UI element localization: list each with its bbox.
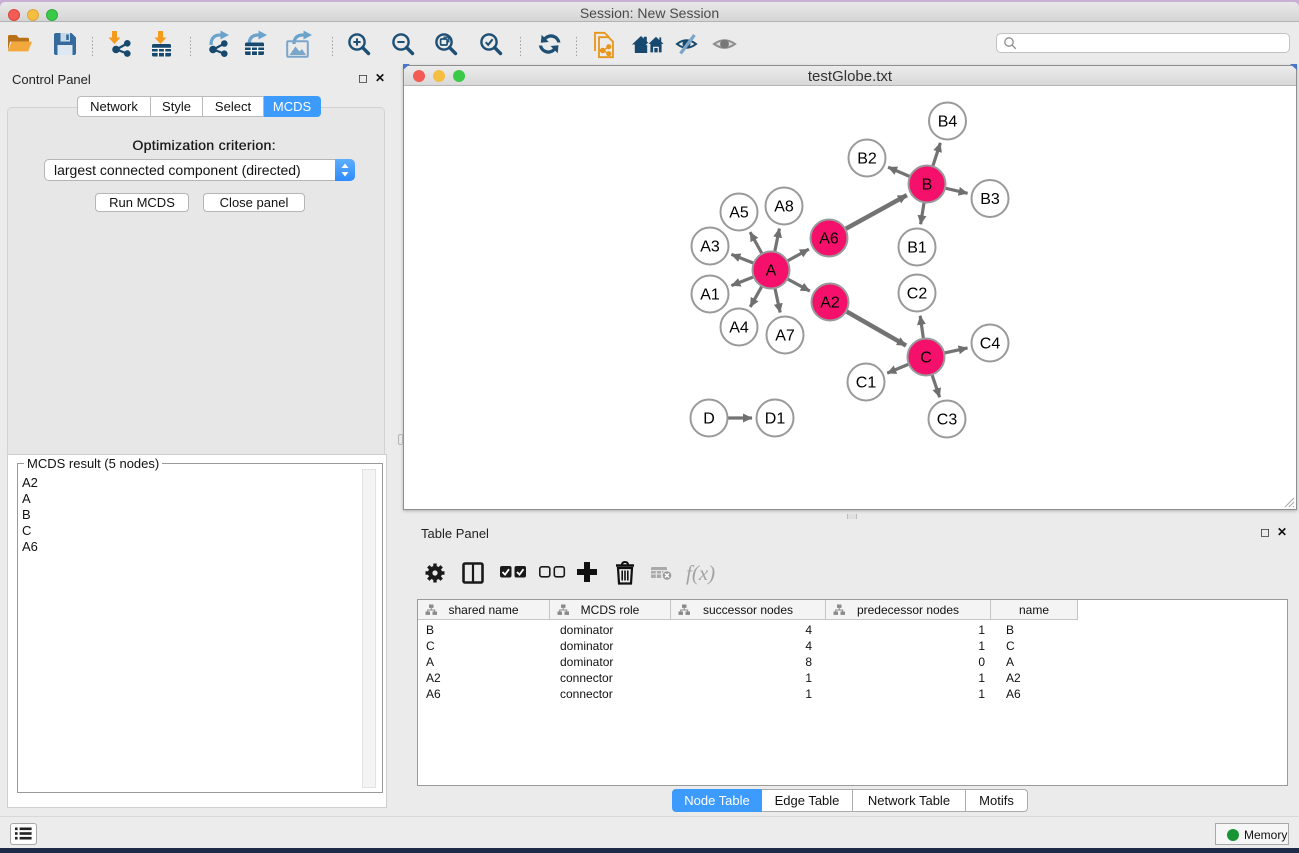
svg-text:B3: B3 xyxy=(980,191,1000,208)
svg-text:A3: A3 xyxy=(700,239,720,256)
svg-text:C3: C3 xyxy=(937,412,958,429)
svg-text:B4: B4 xyxy=(938,114,958,131)
svg-text:C: C xyxy=(920,350,932,367)
svg-text:A8: A8 xyxy=(774,199,794,216)
svg-text:B1: B1 xyxy=(907,240,927,257)
svg-text:f(x): f(x) xyxy=(686,561,715,585)
svg-text:A4: A4 xyxy=(729,320,749,337)
svg-text:A5: A5 xyxy=(729,205,749,222)
svg-text:C4: C4 xyxy=(980,336,1001,353)
svg-text:D: D xyxy=(703,411,715,428)
svg-text:A1: A1 xyxy=(700,287,720,304)
svg-text:A: A xyxy=(766,263,777,280)
svg-text:D1: D1 xyxy=(765,411,786,428)
svg-text:B2: B2 xyxy=(857,151,877,168)
svg-text:C1: C1 xyxy=(856,375,877,392)
svg-text:A6: A6 xyxy=(819,231,839,248)
svg-text:B: B xyxy=(922,177,933,194)
svg-text:A7: A7 xyxy=(775,328,795,345)
svg-text:A2: A2 xyxy=(820,295,840,312)
svg-text:C2: C2 xyxy=(907,286,928,303)
